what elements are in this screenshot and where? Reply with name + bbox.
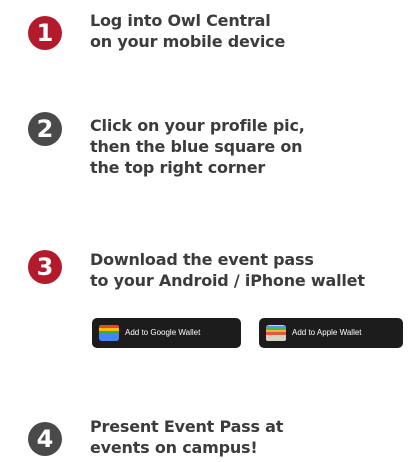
step-1-badge: 1 [28, 16, 62, 50]
add-to-google-wallet-button[interactable]: Add to Google Wallet [92, 318, 241, 348]
google-wallet-label: Add to Google Wallet [125, 328, 201, 337]
step-1-line-1: Log into Owl Central [90, 11, 271, 30]
step-4-text: Present Event Pass at events on campus! [90, 416, 283, 458]
step-4-line-1: Present Event Pass at [90, 417, 284, 436]
step-2-badge: 2 [28, 112, 62, 146]
step-2-line-1: Click on your profile pic, [90, 116, 305, 135]
step-3-text: Download the event pass to your Android … [90, 249, 365, 291]
step-3-badge: 3 [28, 250, 62, 284]
step-3-line-1: Download the event pass [90, 250, 314, 269]
step-2-text: Click on your profile pic, then the blue… [90, 115, 305, 178]
google-wallet-icon [99, 325, 119, 341]
step-4-badge: 4 [28, 422, 62, 456]
step-2-line-3: the top right corner [90, 158, 266, 177]
step-1-text: Log into Owl Central on your mobile devi… [90, 10, 285, 52]
apple-wallet-label: Add to Apple Wallet [292, 328, 362, 337]
step-4-line-2: events on campus! [90, 438, 258, 457]
add-to-apple-wallet-button[interactable]: Add to Apple Wallet [259, 318, 403, 348]
step-1-line-2: on your mobile device [90, 32, 286, 51]
apple-wallet-icon [266, 325, 286, 341]
step-3-line-2: to your Android / iPhone wallet [90, 271, 365, 290]
step-2-line-2: then the blue square on [90, 137, 303, 156]
